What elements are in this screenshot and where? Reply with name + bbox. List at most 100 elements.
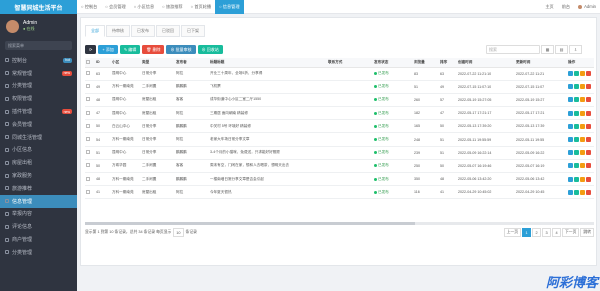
- row-action-button[interactable]: [580, 84, 585, 90]
- page-button[interactable]: 跳转: [580, 228, 594, 237]
- row-action-button[interactable]: [574, 97, 579, 103]
- row-action-button[interactable]: [586, 189, 591, 195]
- row-action-button[interactable]: [568, 163, 573, 169]
- top-tab[interactable]: ○ 旅游推荐: [158, 0, 186, 14]
- sidebar-item[interactable]: 房屋出租: [0, 156, 77, 169]
- status-tab[interactable]: 已下架: [181, 25, 205, 37]
- sidebar-item[interactable]: 旅游推荐: [0, 182, 77, 195]
- row-action-button[interactable]: [586, 123, 591, 129]
- column-header[interactable]: 创建时间: [457, 58, 515, 68]
- grid-view-button[interactable]: ▦: [541, 45, 554, 54]
- table-row[interactable]: 49 万科一期南苑 二手闲置 鹏鹏鹏 飞机票 已发布 51 49 2022-07-15 11:0…: [85, 80, 594, 94]
- columns-button[interactable]: ▤: [555, 45, 568, 54]
- table-row[interactable]: 48 昆明中心 房屋出租 客客 成华街道中心小区二室二厅1550 已发布 260 57 2022…: [85, 93, 594, 108]
- row-action-button[interactable]: [586, 150, 591, 156]
- column-header[interactable]: 发布者: [175, 58, 209, 68]
- row-action-button[interactable]: [568, 189, 573, 195]
- row-action-button[interactable]: [574, 176, 579, 182]
- user-menu[interactable]: Admin: [574, 0, 600, 14]
- top-tab[interactable]: ○ 信息管理: [215, 0, 244, 14]
- toolbar-button[interactable]: ✎ 编辑: [119, 45, 141, 54]
- row-action-button[interactable]: [568, 71, 573, 77]
- row-checkbox[interactable]: [86, 71, 90, 76]
- sidebar-item[interactable]: 家政服务: [0, 169, 77, 182]
- row-action-button[interactable]: [568, 150, 573, 156]
- home-link[interactable]: 主页: [541, 0, 557, 14]
- row-action-button[interactable]: [580, 137, 585, 143]
- table-search-input[interactable]: 搜索: [486, 45, 540, 54]
- row-action-button[interactable]: [568, 123, 573, 129]
- frontend-link[interactable]: 前台: [558, 0, 574, 14]
- sidebar-item[interactable]: 评论信息: [0, 220, 77, 233]
- toolbar-button[interactable]: ⊕ 批量审核: [166, 45, 196, 54]
- row-action-button[interactable]: [574, 137, 579, 143]
- row-action-button[interactable]: [574, 189, 579, 195]
- row-checkbox[interactable]: [86, 110, 90, 115]
- sidebar-item[interactable]: 控制台 hot: [0, 54, 77, 67]
- row-checkbox[interactable]: [86, 84, 90, 89]
- top-tab[interactable]: ○ 小区信息: [130, 0, 158, 14]
- row-action-button[interactable]: [586, 71, 591, 77]
- export-button[interactable]: ⇩: [569, 45, 582, 54]
- column-header[interactable]: 类型: [141, 58, 175, 68]
- row-action-button[interactable]: [580, 97, 585, 103]
- row-action-button[interactable]: [586, 84, 591, 90]
- sidebar-item[interactable]: 分类管理: [0, 246, 77, 259]
- row-action-button[interactable]: [586, 163, 591, 169]
- table-row[interactable]: 50 万希华园 二手闲置 客客 周末有空，门闲在家，想和人去喝茶，想明天出去 已发布 250…: [85, 159, 594, 174]
- status-tab[interactable]: 待审核: [106, 25, 130, 37]
- row-action-button[interactable]: [586, 110, 591, 116]
- page-button[interactable]: 1: [522, 228, 532, 237]
- per-page-select[interactable]: 10: [173, 228, 184, 237]
- column-header[interactable]: 浏览量: [413, 58, 439, 68]
- top-tab[interactable]: ○ 会员管理: [101, 0, 129, 14]
- sidebar-item[interactable]: 小区信息: [0, 144, 77, 157]
- toolbar-button[interactable]: + 添加: [98, 45, 118, 54]
- sidebar-item[interactable]: 插件管理 new: [0, 105, 77, 118]
- column-header[interactable]: 操作: [567, 58, 594, 68]
- status-tab[interactable]: 全部: [85, 25, 105, 37]
- top-tab[interactable]: ○ 首页轮播: [187, 0, 215, 14]
- row-action-button[interactable]: [574, 84, 579, 90]
- sidebar-item[interactable]: 信息管理: [0, 194, 77, 208]
- table-row[interactable]: 41 万科一期南苑 房屋出租 阿拉 今年夏天很热 已发布 116 41 2022-04-29 1…: [85, 185, 594, 200]
- row-checkbox[interactable]: [86, 176, 90, 181]
- row-action-button[interactable]: [580, 176, 585, 182]
- sidebar-item[interactable]: 会员管理: [0, 118, 77, 131]
- row-checkbox[interactable]: [86, 123, 90, 128]
- status-tab[interactable]: 已驳回: [156, 25, 180, 37]
- sidebar-item[interactable]: 商户管理: [0, 233, 77, 246]
- row-action-button[interactable]: [574, 71, 579, 77]
- sidebar-search-input[interactable]: 搜索菜单: [5, 41, 72, 50]
- page-button[interactable]: 上一页: [503, 228, 522, 237]
- row-checkbox[interactable]: [86, 189, 90, 194]
- page-button[interactable]: 2: [532, 228, 542, 237]
- column-header[interactable]: [85, 58, 95, 68]
- toolbar-button[interactable]: ⟳: [85, 45, 97, 54]
- row-action-button[interactable]: [586, 176, 591, 182]
- page-button[interactable]: 下一页: [562, 228, 580, 237]
- row-action-button[interactable]: [568, 84, 573, 90]
- top-tab[interactable]: ○ 控制台: [77, 0, 101, 14]
- sidebar-item[interactable]: 分类管理: [0, 80, 77, 93]
- column-header[interactable]: 排序: [439, 58, 457, 68]
- row-action-button[interactable]: [568, 97, 573, 103]
- row-action-button[interactable]: [574, 163, 579, 169]
- row-action-button[interactable]: [580, 123, 585, 129]
- toolbar-button[interactable]: 🗑 删除: [142, 45, 165, 54]
- row-action-button[interactable]: [580, 150, 585, 156]
- status-tab[interactable]: 已发布: [131, 25, 155, 37]
- column-header[interactable]: 发布状态: [373, 58, 413, 68]
- table-row[interactable]: 54 万科一期南苑 日常分享 阿拉 老家大车场日常分享文章 已发布 248 51 2022-05…: [85, 132, 594, 147]
- scroll-thumb[interactable]: [85, 222, 415, 225]
- horizontal-scrollbar[interactable]: [85, 222, 594, 225]
- column-header[interactable]: 更新时间: [515, 58, 567, 68]
- row-checkbox[interactable]: [86, 163, 90, 168]
- table-row[interactable]: 50 白云山中心 日常分享 鹏鹏鹏 中关村 5号 环境好 精装修 已发布 165 50 2022…: [85, 119, 594, 134]
- row-action-button[interactable]: [568, 176, 573, 182]
- row-action-button[interactable]: [586, 137, 591, 143]
- row-action-button[interactable]: [580, 189, 585, 195]
- row-action-button[interactable]: [574, 150, 579, 156]
- page-button[interactable]: 4: [552, 228, 562, 237]
- page-button[interactable]: 3: [542, 228, 552, 237]
